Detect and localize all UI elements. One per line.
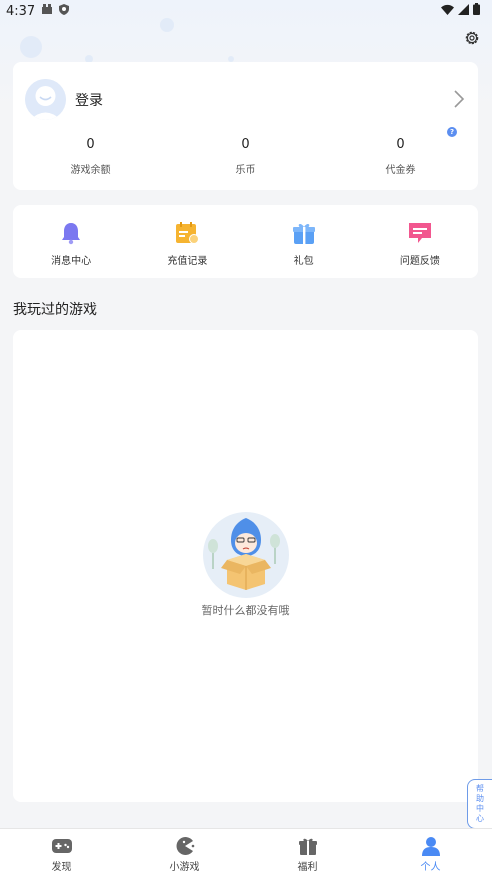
stat-game-balance[interactable]: 0 游戏余额	[13, 137, 168, 176]
stat-lebi[interactable]: 0 乐币	[168, 137, 323, 176]
login-link[interactable]: 登录	[75, 90, 103, 110]
signal-icon	[458, 3, 469, 19]
help-center-char: 助	[476, 794, 484, 803]
tab-welfare[interactable]: 福利	[246, 829, 369, 875]
menu-item-feedback[interactable]: 问题反馈	[362, 205, 478, 278]
avatar[interactable]	[25, 79, 66, 120]
tab-label: 发现	[51, 862, 72, 873]
settings-button[interactable]	[462, 30, 482, 50]
menu-label: 充值记录	[167, 256, 208, 267]
help-center-char: 心	[476, 814, 484, 823]
tab-profile[interactable]: 个人	[369, 829, 492, 875]
profile-card: 登录 ? 0 游戏余额 0 乐币 0 代金券	[13, 62, 478, 190]
stat-voucher[interactable]: 0 代金券	[323, 137, 478, 176]
menu-item-recharge-record[interactable]: 充值记录	[129, 205, 245, 278]
notification-icon	[41, 3, 53, 19]
recharge-record-icon	[176, 222, 200, 244]
decor-bubble	[20, 36, 42, 58]
menu-label: 问题反馈	[399, 256, 440, 267]
battery-icon	[473, 3, 480, 19]
voucher-help-icon[interactable]: ?	[447, 127, 457, 137]
tab-label: 个人	[420, 862, 441, 873]
stat-value: 0	[396, 137, 405, 152]
stat-label: 游戏余额	[70, 165, 111, 176]
balance-stats: 0 游戏余额 0 乐币 0 代金券	[13, 137, 478, 176]
menu-item-messages[interactable]: 消息中心	[13, 205, 129, 278]
gamepad-icon	[51, 839, 72, 853]
wifi-icon	[441, 4, 454, 19]
help-center-button[interactable]: 帮 助 中 心	[467, 779, 492, 829]
stat-value: 0	[241, 137, 250, 152]
section-title-played-games: 我玩过的游戏	[13, 302, 97, 318]
gift-box-icon	[298, 838, 317, 855]
help-center-char: 中	[476, 804, 484, 813]
empty-state-text: 暂时什么都没有哦	[201, 604, 290, 617]
stat-value: 0	[86, 137, 95, 152]
stat-label: 代金券	[385, 165, 416, 176]
stat-label: 乐币	[235, 165, 256, 176]
menu-item-gift[interactable]: 礼包	[246, 205, 362, 278]
shield-icon	[59, 3, 70, 19]
bell-icon	[62, 223, 81, 245]
chevron-right-icon[interactable]	[453, 89, 465, 113]
menu-label: 消息中心	[51, 256, 92, 267]
pacman-icon	[176, 837, 194, 855]
tab-label: 小游戏	[169, 862, 200, 873]
tab-label: 福利	[297, 862, 318, 873]
empty-state-illustration	[203, 512, 289, 598]
gear-icon	[464, 30, 480, 50]
tab-discover[interactable]: 发现	[0, 829, 123, 875]
played-games-list: 暂时什么都没有哦	[13, 330, 478, 802]
bottom-tab-bar: 发现 小游戏 福利 个人	[0, 828, 492, 875]
quick-menu: 消息中心 充值记录 礼包 问题反馈	[13, 205, 478, 278]
person-icon	[421, 837, 440, 856]
status-time: 4:37	[6, 3, 36, 19]
help-center-char: 帮	[476, 784, 484, 793]
status-bar: 4:37	[0, 0, 492, 22]
gift-icon	[292, 223, 315, 244]
feedback-icon	[408, 223, 431, 243]
menu-label: 礼包	[293, 256, 314, 267]
tab-mini-games[interactable]: 小游戏	[123, 829, 246, 875]
